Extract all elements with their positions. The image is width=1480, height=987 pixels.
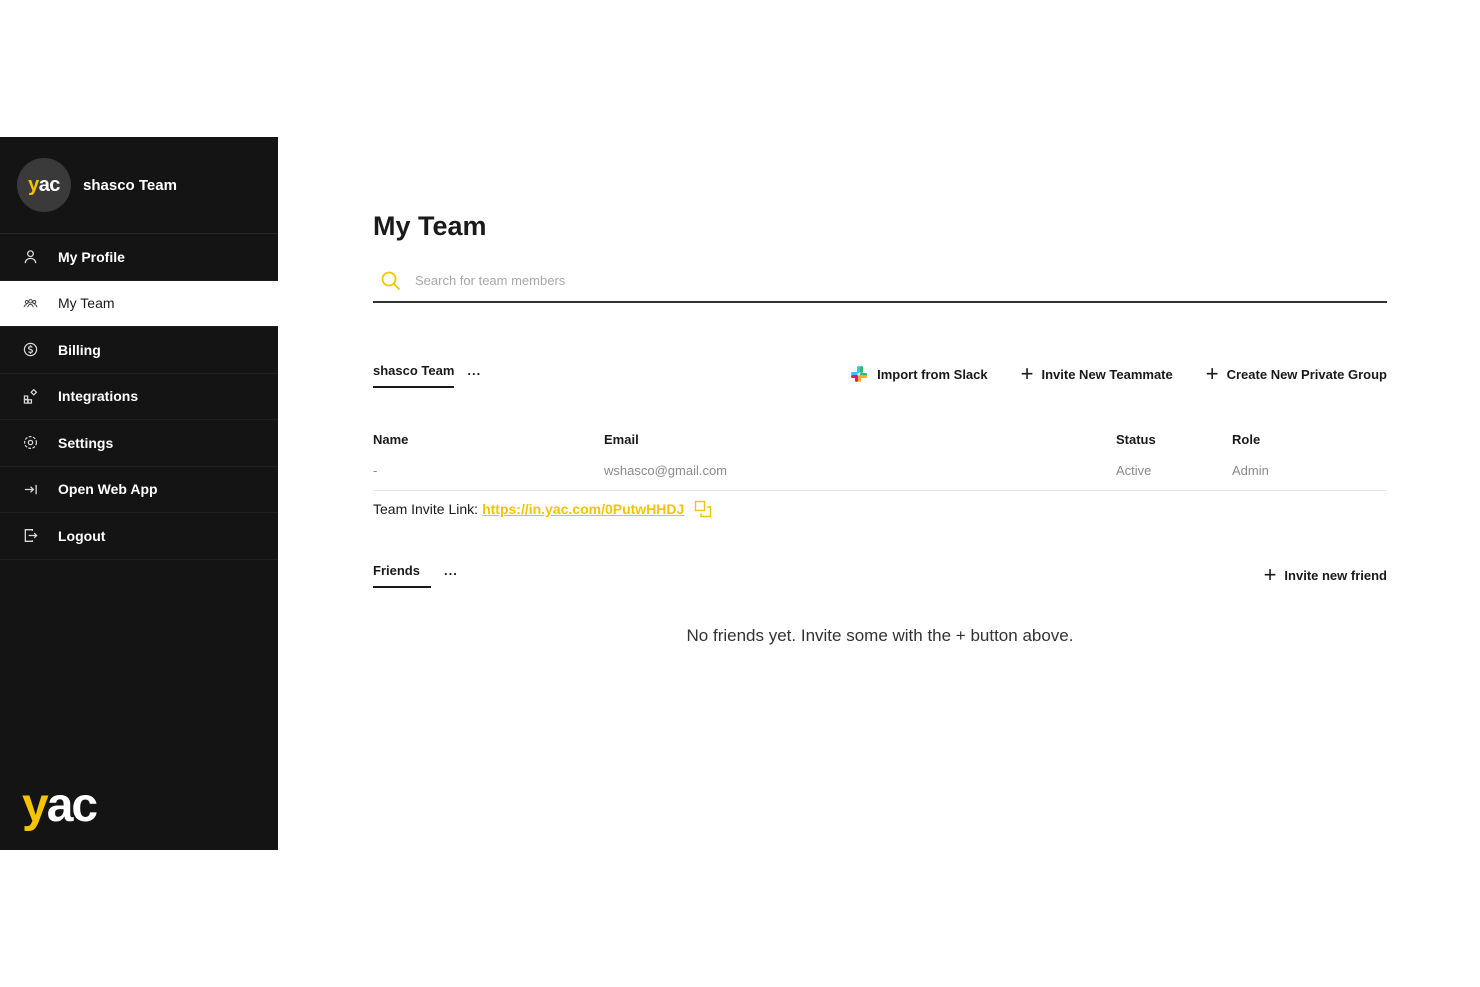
create-private-group-button[interactable]: + Create New Private Group <box>1205 361 1387 386</box>
search-bar <box>373 260 1387 303</box>
invite-friend-button[interactable]: + Invite new friend <box>1263 562 1387 587</box>
header-status: Status <box>1116 431 1156 447</box>
team-header[interactable]: y ac shasco Team <box>0 137 278 234</box>
main-content: My Team shasco Team ... <box>373 200 1387 646</box>
friends-empty-state: No friends yet. Invite some with the + b… <box>686 626 1074 645</box>
gear-icon <box>22 435 38 451</box>
search-input[interactable] <box>415 273 1328 288</box>
sidebar-item-open-web-app[interactable]: Open Web App <box>0 467 278 513</box>
invite-link-label: Team Invite Link: <box>373 501 479 517</box>
team-avatar: y ac <box>17 158 71 212</box>
team-tab-group: shasco Team ... <box>373 363 481 388</box>
header-email: Email <box>604 431 639 447</box>
friends-more-button[interactable]: ... <box>444 563 458 578</box>
invite-teammate-button[interactable]: + Invite New Teammate <box>1020 361 1173 386</box>
sidebar-item-my-profile[interactable]: My Profile <box>0 234 278 281</box>
cell-name: - <box>373 463 378 478</box>
invite-link[interactable]: https://in.yac.com/0PutwHHDJ <box>482 501 684 517</box>
user-icon <box>22 249 38 265</box>
sidebar-item-logout[interactable]: Logout <box>0 513 278 560</box>
cell-role: Admin <box>1232 463 1269 478</box>
team-name: shasco Team <box>83 176 177 194</box>
plus-icon: + <box>1263 562 1277 587</box>
page-title: My Team <box>373 211 487 241</box>
team-more-button[interactable]: ... <box>467 363 481 378</box>
table-header: Name Email Status Role <box>373 427 1387 451</box>
logout-icon <box>22 528 38 544</box>
sidebar-item-label: Logout <box>58 527 106 544</box>
import-slack-button[interactable]: Import from Slack <box>850 365 988 383</box>
team-actions: Import from Slack + Invite New Teammate … <box>850 361 1387 386</box>
sidebar: y ac shasco Team My Profile My Team Bill… <box>0 137 278 850</box>
sidebar-nav: My Profile My Team Billing Integrations … <box>0 234 278 560</box>
invite-teammate-label: Invite New Teammate <box>1041 366 1173 382</box>
sidebar-item-integrations[interactable]: Integrations <box>0 374 278 420</box>
import-slack-label: Import from Slack <box>877 366 988 382</box>
cell-email: wshasco@gmail.com <box>604 463 728 478</box>
sidebar-item-label: Settings <box>58 434 114 451</box>
create-private-group-label: Create New Private Group <box>1226 366 1387 382</box>
team-section-bar: shasco Team ... Import from Slack + Invi… <box>373 363 1387 393</box>
sidebar-item-label: Integrations <box>58 388 139 405</box>
plus-icon: + <box>1020 361 1034 386</box>
sidebar-item-billing[interactable]: Billing <box>0 327 278 374</box>
sidebar-item-label: My Profile <box>58 248 125 265</box>
team-members-table: Name Email Status Role - wshasco@gmail.c… <box>373 427 1387 491</box>
slack-icon <box>851 366 868 382</box>
friends-section-bar: Friends ... + Invite new friend <box>373 563 1387 588</box>
sidebar-item-label: Billing <box>58 341 101 358</box>
invite-friend-label: Invite new friend <box>1284 567 1387 583</box>
app-frame: y ac shasco Team My Profile My Team Bill… <box>0 0 1480 987</box>
cell-status: Active <box>1116 463 1152 478</box>
tab-team[interactable]: shasco Team <box>373 363 455 388</box>
sidebar-item-settings[interactable]: Settings <box>0 420 278 467</box>
team-invite-link-row: Team Invite Link: https://in.yac.com/0Pu… <box>373 500 1387 518</box>
sidebar-item-my-team[interactable]: My Team <box>0 280 278 327</box>
brand-logo: yac <box>22 779 98 832</box>
sidebar-item-label: Open Web App <box>58 481 158 498</box>
table-row[interactable]: - wshasco@gmail.com Active Admin <box>373 451 1387 491</box>
header-name: Name <box>373 431 409 447</box>
plus-icon: + <box>1205 361 1219 386</box>
copy-icon[interactable] <box>694 500 712 518</box>
friends-tab-group: Friends ... <box>373 563 458 588</box>
sidebar-item-label: My Team <box>58 295 115 312</box>
team-icon <box>22 295 38 311</box>
header-role: Role <box>1232 431 1261 447</box>
open-app-icon <box>22 481 38 497</box>
tab-friends[interactable]: Friends <box>373 563 431 588</box>
dollar-icon <box>22 342 38 358</box>
search-icon <box>381 271 401 290</box>
integrations-icon <box>22 388 38 404</box>
